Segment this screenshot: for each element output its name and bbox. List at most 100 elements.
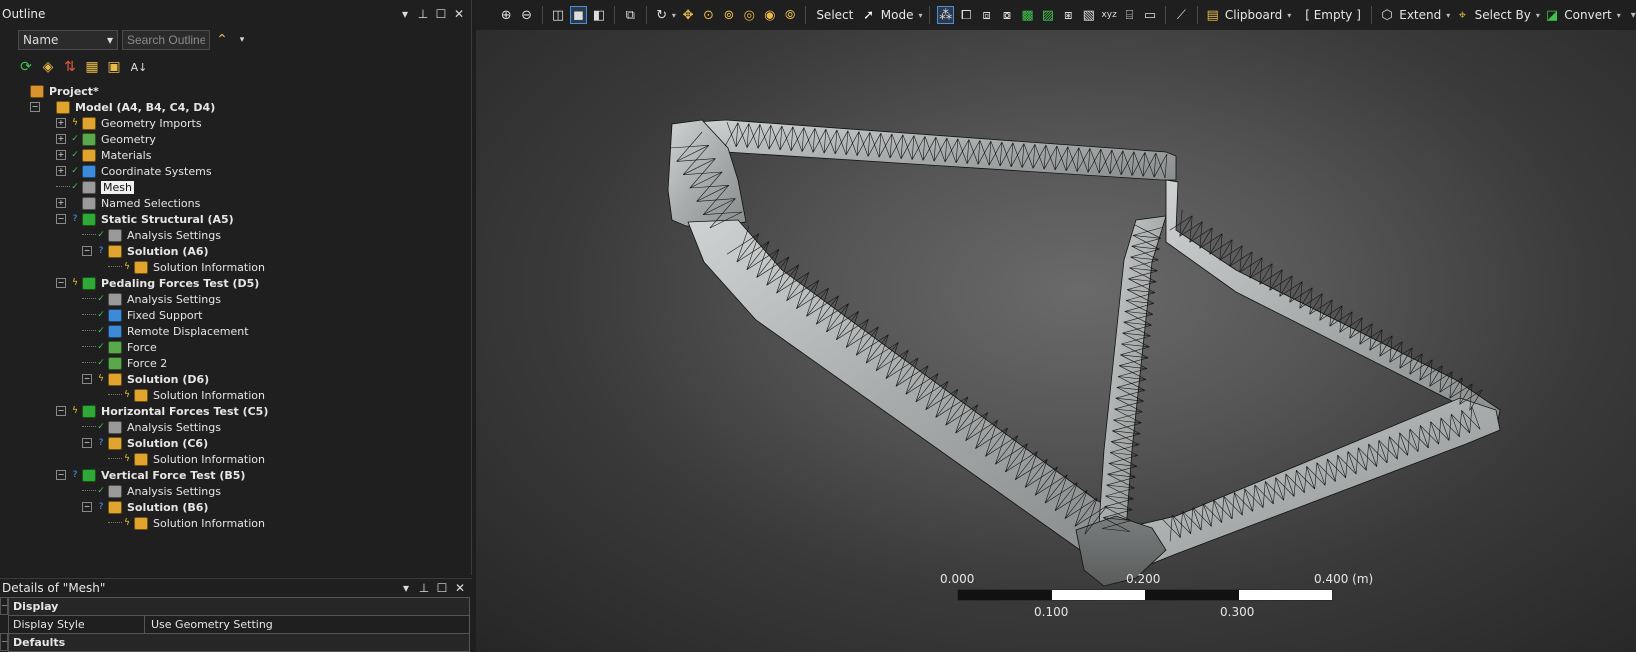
name-filter-select[interactable]: Name ▾ bbox=[18, 30, 118, 50]
previous-view-icon[interactable]: ⦾ bbox=[782, 6, 798, 24]
tree-item[interactable]: + ✓ Geometry bbox=[56, 131, 156, 147]
zoom-to-fit-icon[interactable]: ◎ bbox=[741, 6, 757, 24]
rotate-icon[interactable]: ↻ bbox=[653, 6, 669, 24]
details-restore-icon[interactable]: ☐ bbox=[436, 581, 448, 595]
tree-item[interactable]: −? Static Structural (A5) bbox=[56, 211, 234, 227]
select-vertex-icon[interactable]: ⧠ bbox=[958, 6, 974, 24]
alpha-sort-icon[interactable]: A↓ bbox=[128, 61, 150, 74]
collapse-icon[interactable]: − bbox=[30, 102, 40, 112]
tree-item[interactable]: Project* bbox=[4, 83, 99, 99]
restore-icon[interactable]: ☐ bbox=[435, 7, 447, 21]
collapse-icon[interactable]: − bbox=[56, 214, 66, 224]
collapse-icon[interactable]: − bbox=[82, 246, 92, 256]
toolbar-overflow-chevron-icon[interactable]: ▾ bbox=[1631, 10, 1636, 21]
tree-item[interactable]: −? Vertical Force Test (B5) bbox=[56, 467, 245, 483]
collapse-defaults-icon[interactable]: − bbox=[0, 633, 8, 651]
details-pin-icon[interactable]: ⊥ bbox=[418, 581, 430, 595]
tree-item[interactable]: ✓ Analysis Settings bbox=[82, 419, 221, 435]
chart-icon[interactable]: ⟋ bbox=[1173, 6, 1189, 24]
comment-icon[interactable]: ▭ bbox=[1142, 6, 1158, 24]
tree-item[interactable]: + ✓ Coordinate Systems bbox=[56, 163, 212, 179]
filter-folder-icon[interactable]: ▣ bbox=[106, 59, 122, 75]
select-body-icon[interactable]: ▩ bbox=[1019, 6, 1035, 24]
close-icon[interactable]: ✕ bbox=[453, 7, 465, 21]
tree-item[interactable]: −? Solution (A6) bbox=[82, 243, 209, 259]
convert-dropdown[interactable]: Convert bbox=[1564, 8, 1611, 22]
tree-item[interactable]: ϟ Solution Information bbox=[108, 451, 265, 467]
select-face-icon[interactable]: ⧇ bbox=[999, 6, 1015, 24]
tree-item[interactable]: − ϟ Solution (D6) bbox=[82, 371, 209, 387]
tree-item[interactable]: ✓ Force bbox=[82, 339, 157, 355]
select-edge-icon[interactable]: ⧈ bbox=[978, 6, 994, 24]
zoom-icon[interactable]: ⊙ bbox=[700, 6, 716, 24]
collapse-icon[interactable]: − bbox=[56, 470, 66, 480]
tree-item[interactable]: ✓ Analysis Settings bbox=[82, 483, 221, 499]
pin-icon[interactable]: ⊥ bbox=[417, 7, 429, 21]
annotation-icon[interactable]: ⌸ bbox=[1121, 6, 1137, 24]
tree-item[interactable]: − ϟ Pedaling Forces Test (D5) bbox=[56, 275, 259, 291]
collapse-icon[interactable]: − bbox=[82, 502, 92, 512]
tree-item[interactable]: ✓ Analysis Settings bbox=[82, 291, 221, 307]
search-options-chevron-icon[interactable]: ▾ bbox=[234, 35, 250, 45]
select-mesh-icon[interactable]: ▧ bbox=[1081, 6, 1097, 24]
graphics-viewport[interactable]: 0.000 0.200 0.400 (m) 0.100 0.300 bbox=[476, 30, 1636, 652]
expand-icon[interactable]: + bbox=[56, 198, 66, 208]
clipboard-icon[interactable]: ▤ bbox=[1204, 6, 1220, 24]
extend-icon[interactable]: ⬡ bbox=[1379, 6, 1395, 24]
collapse-icon[interactable]: − bbox=[82, 438, 92, 448]
tree-item[interactable]: + Named Selections bbox=[56, 195, 200, 211]
extend-dropdown[interactable]: Extend bbox=[1399, 8, 1441, 22]
cursor-icon[interactable]: ➚ bbox=[860, 6, 876, 24]
select-point-icon[interactable]: ⁂ bbox=[937, 6, 954, 24]
expand-icon[interactable]: + bbox=[56, 166, 66, 176]
grid-icon[interactable]: ▦ bbox=[84, 59, 100, 75]
details-group-defaults[interactable]: Defaults bbox=[9, 634, 469, 652]
tree-item[interactable]: ✓ Analysis Settings bbox=[82, 227, 221, 243]
tag-icon[interactable]: ◈ bbox=[40, 59, 56, 75]
tree-item[interactable]: −? Solution (C6) bbox=[82, 435, 208, 451]
collapse-icon[interactable]: − bbox=[56, 278, 66, 288]
pan-icon[interactable]: ✥ bbox=[680, 6, 696, 24]
display-style-value[interactable]: Use Geometry Setting bbox=[145, 616, 469, 633]
tree-item[interactable]: ϟ Solution Information bbox=[108, 515, 265, 531]
xyz-icon[interactable]: xyz bbox=[1101, 6, 1117, 24]
refresh-icon[interactable]: ⟳ bbox=[18, 59, 34, 75]
box-zoom-icon[interactable]: ⊚ bbox=[721, 6, 737, 24]
zoom-in-icon[interactable]: ⊕ bbox=[498, 6, 514, 24]
bike-frame-mesh-model[interactable] bbox=[476, 30, 1636, 652]
select-element-icon[interactable]: ▨ bbox=[1040, 6, 1056, 24]
tree-item[interactable]: ϟ Solution Information bbox=[108, 387, 265, 403]
select-label[interactable]: Select bbox=[816, 8, 853, 22]
search-direction-up-icon[interactable]: ⌃ bbox=[214, 32, 230, 48]
collapse-icon[interactable]: − bbox=[82, 374, 92, 384]
shaded-box-icon[interactable]: ◼ bbox=[570, 6, 587, 24]
tree-item[interactable]: − Model (A4, B4, C4, D4) bbox=[30, 99, 215, 115]
expand-icon[interactable]: + bbox=[56, 134, 66, 144]
select-node-icon[interactable]: ⧆ bbox=[1060, 6, 1076, 24]
tree-item[interactable]: ✓ Force 2 bbox=[82, 355, 167, 371]
tree-item[interactable]: ϟ Solution Information bbox=[108, 259, 265, 275]
details-menu-chevron-icon[interactable]: ▾ bbox=[400, 581, 412, 595]
expand-icon[interactable]: + bbox=[56, 150, 66, 160]
convert-icon[interactable]: ◪ bbox=[1544, 6, 1560, 24]
view-options-icon[interactable]: ⧉ bbox=[622, 6, 638, 24]
location-pin-icon[interactable]: ⌖ bbox=[1454, 6, 1470, 24]
expand-icon[interactable]: + bbox=[56, 118, 66, 128]
tree-item[interactable]: ✓ Remote Displacement bbox=[82, 323, 249, 339]
clipboard-dropdown[interactable]: Clipboard bbox=[1225, 8, 1282, 22]
magnifier-icon[interactable]: ◉ bbox=[762, 6, 778, 24]
details-close-icon[interactable]: ✕ bbox=[454, 581, 466, 595]
panel-menu-chevron-icon[interactable]: ▾ bbox=[399, 7, 411, 21]
tree-item[interactable]: − ϟ Horizontal Forces Test (C5) bbox=[56, 403, 268, 419]
display-edges-icon[interactable]: ◧ bbox=[591, 6, 607, 24]
wireframe-box-icon[interactable]: ◫ bbox=[550, 6, 566, 24]
collapse-icon[interactable]: − bbox=[56, 406, 66, 416]
tree-item[interactable]: + ✓ Materials bbox=[56, 147, 151, 163]
tree-item[interactable]: −? Solution (B6) bbox=[82, 499, 208, 515]
details-group-display[interactable]: Display bbox=[9, 598, 469, 616]
sort-icon[interactable]: ⇅ bbox=[62, 59, 78, 75]
collapse-display-icon[interactable]: − bbox=[0, 597, 8, 615]
mode-dropdown[interactable]: Mode bbox=[881, 8, 914, 22]
search-outline-input[interactable] bbox=[122, 30, 210, 50]
zoom-out-icon[interactable]: ⊖ bbox=[518, 6, 534, 24]
